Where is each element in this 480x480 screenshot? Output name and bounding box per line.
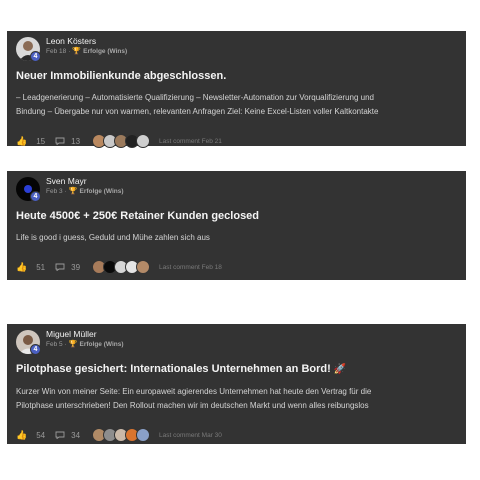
post-title[interactable]: Heute 4500€ + 250€ Retainer Kunden geclo… xyxy=(16,209,456,223)
post-body: – Leadgenerierung – Automatisierte Quali… xyxy=(16,91,456,119)
post-title[interactable]: Pilotphase gesichert: Internationales Un… xyxy=(16,362,456,377)
trophy-icon: 🏆 xyxy=(68,188,78,195)
thumbs-up-icon[interactable]: 👍 xyxy=(16,430,27,441)
post-card[interactable]: 4 Sven Mayr Feb 3 · 🏆 Erfolge (Wins) Heu… xyxy=(7,171,466,280)
author-name[interactable]: Leon Kösters xyxy=(46,36,127,47)
comment-count: 39 xyxy=(71,262,81,272)
post-title[interactable]: Neuer Immobilienkunde abgeschlossen. xyxy=(16,69,456,83)
trophy-icon: 🏆 xyxy=(72,48,82,55)
body-line: Bindung – Übergabe nur von warmen, relev… xyxy=(16,107,379,116)
like-count: 54 xyxy=(36,430,46,440)
post-date: Feb 18 xyxy=(46,48,67,55)
last-comment: Last comment Mar 30 xyxy=(159,431,222,439)
body-line: Pilotphase unterschrieben! Den Rollout m… xyxy=(16,401,369,410)
rocket-icon: 🚀 xyxy=(333,364,347,375)
trophy-icon: 🏆 xyxy=(68,341,78,348)
post-body: Life is good i guess, Geduld und Mühe za… xyxy=(16,231,456,245)
commenter-avatars[interactable] xyxy=(92,428,151,442)
level-badge: 4 xyxy=(30,191,41,202)
post-card[interactable]: 4 Miguel Müller Feb 5 · 🏆 Erfolge (Wins)… xyxy=(7,324,466,444)
post-title-text: Pilotphase gesichert: Internationales Un… xyxy=(16,363,331,375)
last-comment: Last comment Feb 18 xyxy=(159,263,222,271)
comment-count: 34 xyxy=(71,430,81,440)
author-name[interactable]: Miguel Müller xyxy=(46,329,124,340)
commenter-avatar xyxy=(136,428,151,442)
thumbs-up-icon[interactable]: 👍 xyxy=(16,136,27,147)
last-comment: Last comment Feb 21 xyxy=(159,137,222,145)
body-line: Life is good i guess, Geduld und Mühe za… xyxy=(16,233,210,242)
post-card[interactable]: 4 Leon Kösters Feb 18 · 🏆 Erfolge (Wins)… xyxy=(7,31,466,148)
post-body: Kurzer Win von meiner Seite: Ein europaw… xyxy=(16,385,456,413)
body-line: – Leadgenerierung – Automatisierte Quali… xyxy=(16,93,374,102)
like-count: 51 xyxy=(36,262,46,272)
post-date: Feb 3 xyxy=(46,188,63,195)
comment-count: 13 xyxy=(71,136,81,146)
category-link[interactable]: Erfolge (Wins) xyxy=(80,340,124,350)
comment-icon[interactable] xyxy=(55,263,65,271)
author-name[interactable]: Sven Mayr xyxy=(46,176,124,187)
level-badge: 4 xyxy=(30,51,41,62)
comment-icon[interactable] xyxy=(55,431,65,439)
avatar[interactable]: 4 xyxy=(16,37,41,62)
category-link[interactable]: Erfolge (Wins) xyxy=(83,47,127,57)
like-count: 15 xyxy=(36,136,46,146)
avatar[interactable]: 4 xyxy=(16,177,41,202)
commenter-avatar xyxy=(136,134,151,148)
commenter-avatars[interactable] xyxy=(92,260,151,274)
thumbs-up-icon[interactable]: 👍 xyxy=(16,262,27,273)
comment-icon[interactable] xyxy=(55,137,65,145)
body-line: Kurzer Win von meiner Seite: Ein europaw… xyxy=(16,387,372,396)
level-badge: 4 xyxy=(30,344,41,355)
post-date: Feb 5 xyxy=(46,341,63,348)
commenter-avatars[interactable] xyxy=(92,134,151,148)
category-link[interactable]: Erfolge (Wins) xyxy=(80,187,124,197)
avatar[interactable]: 4 xyxy=(16,330,41,355)
commenter-avatar xyxy=(136,260,151,274)
